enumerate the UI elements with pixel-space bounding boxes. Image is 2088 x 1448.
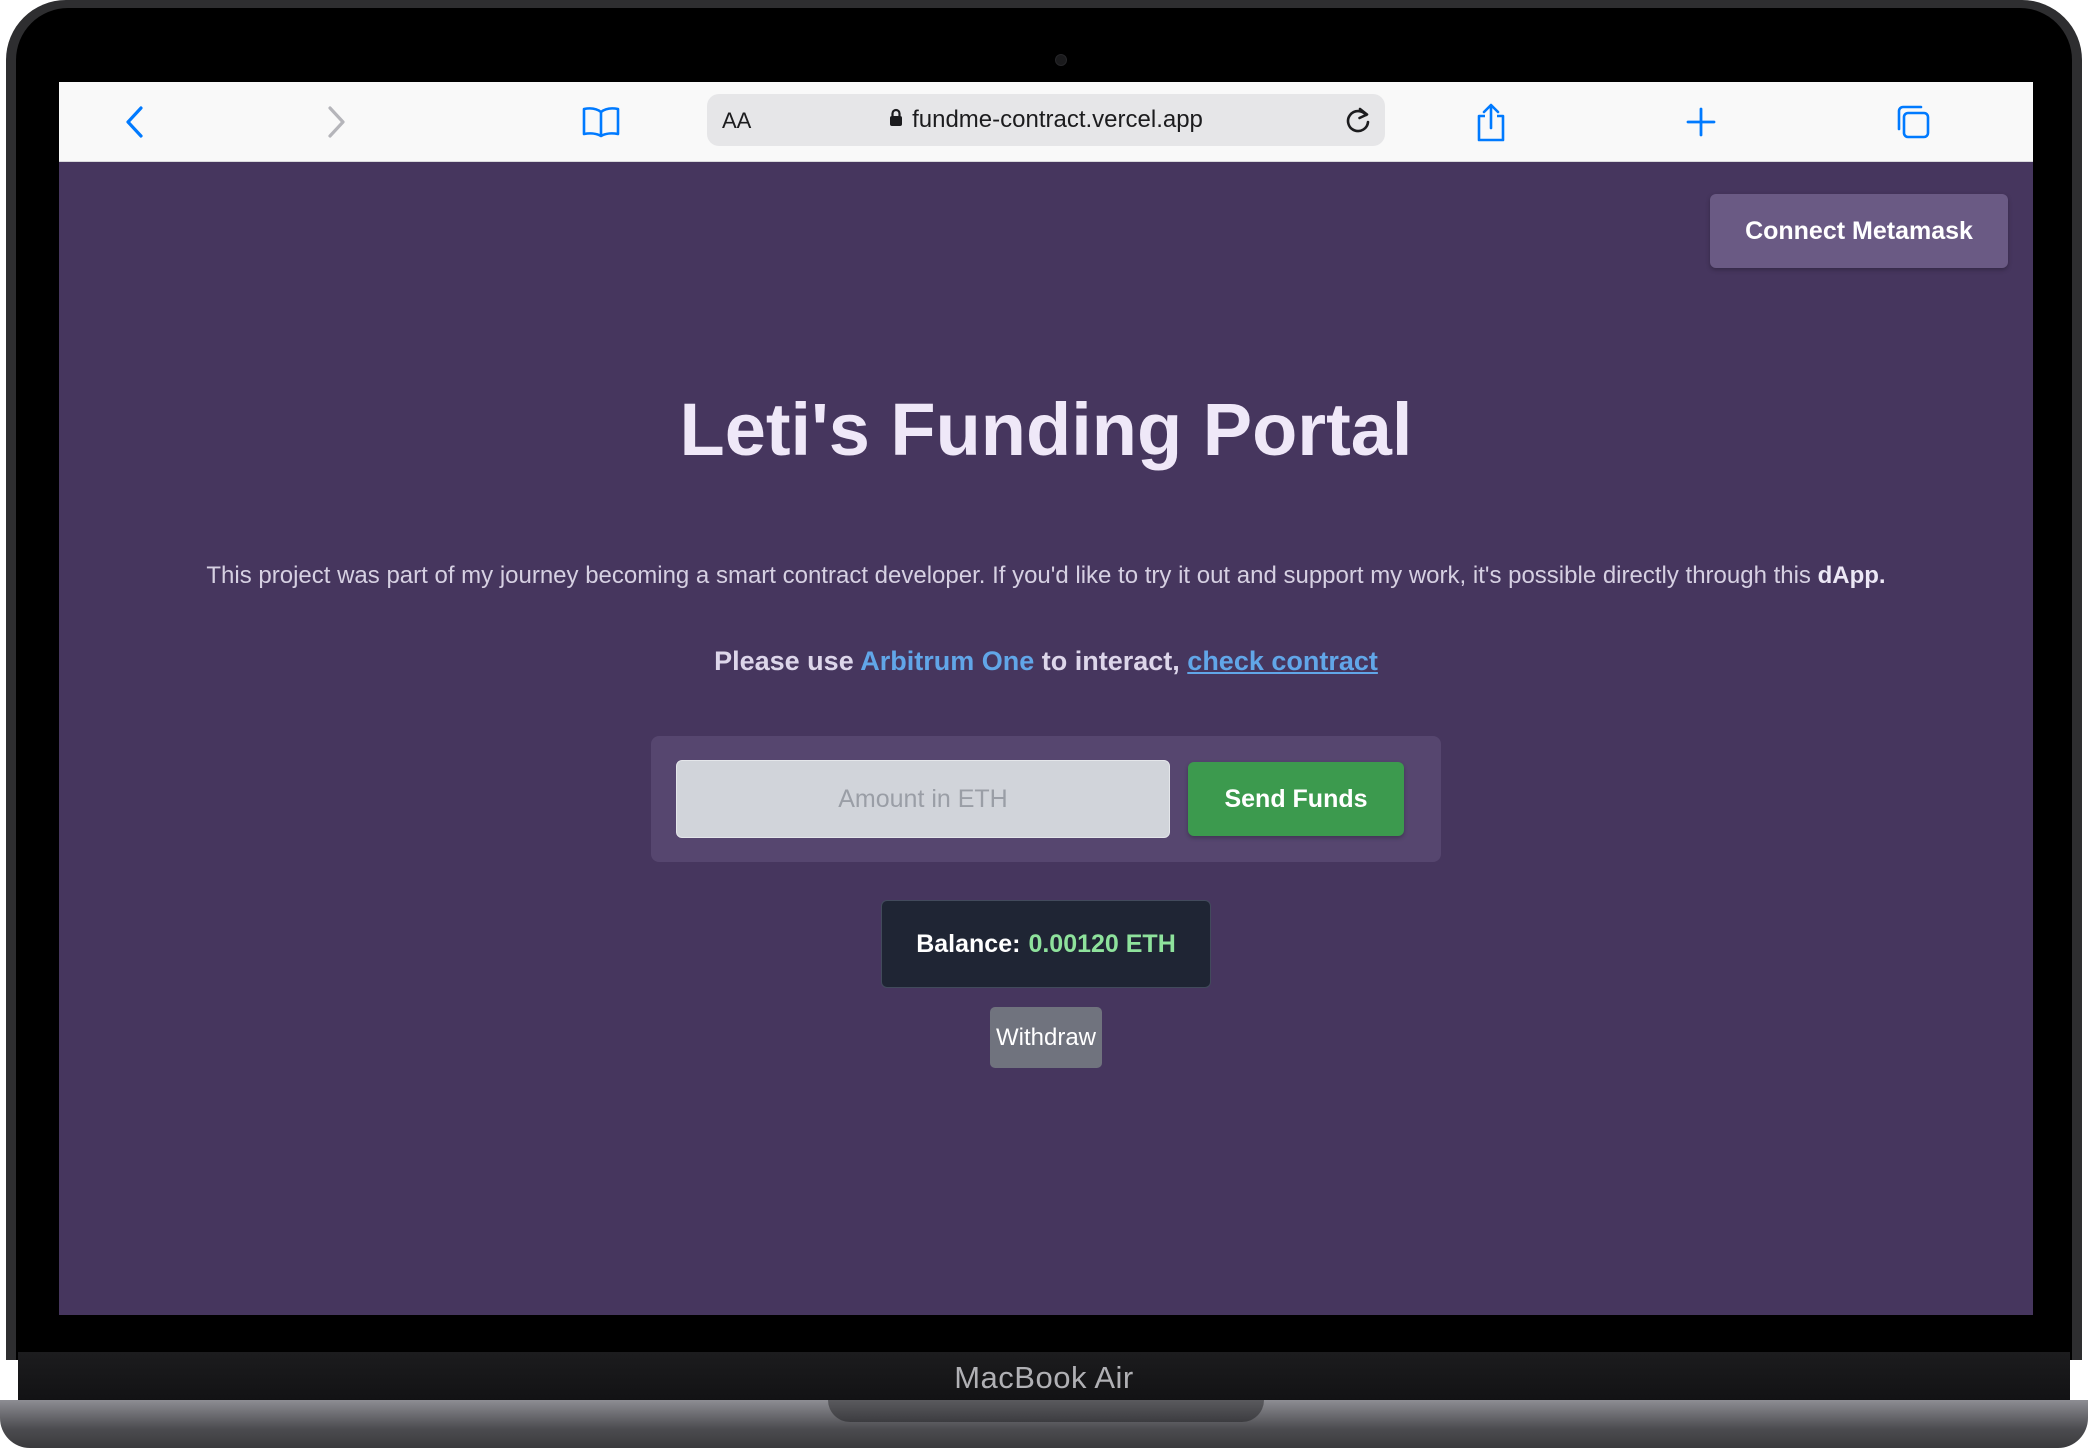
- check-contract-link[interactable]: check contract: [1187, 646, 1378, 676]
- description-emphasis: dApp.: [1817, 562, 1886, 589]
- laptop-notch: [828, 1400, 1264, 1422]
- balance-label: Balance:: [916, 929, 1021, 958]
- chevron-left-icon[interactable]: [113, 100, 157, 144]
- network-name: Arbitrum One: [860, 646, 1035, 676]
- withdraw-button[interactable]: Withdraw: [990, 1007, 1102, 1068]
- reload-icon[interactable]: [1341, 103, 1375, 137]
- page-title: Leti's Funding Portal: [679, 388, 1413, 471]
- network-middle: to interact,: [1041, 646, 1180, 676]
- send-funds-button[interactable]: Send Funds: [1188, 762, 1404, 836]
- fund-form: Send Funds: [651, 736, 1441, 862]
- balance-value: 0.00120 ETH: [1028, 929, 1176, 958]
- url-text: fundme-contract.vercel.app: [912, 106, 1203, 133]
- connect-metamask-button[interactable]: Connect Metamask: [1710, 194, 2008, 268]
- balance-display: Balance: 0.00120 ETH: [881, 900, 1211, 988]
- network-notice: Please use Arbitrum One to interact, che…: [59, 646, 2033, 677]
- browser-toolbar: AA fundme-contract.vercel.app: [59, 82, 2033, 162]
- book-icon[interactable]: [579, 100, 623, 144]
- share-icon[interactable]: [1469, 100, 1513, 144]
- address-bar[interactable]: AA fundme-contract.vercel.app: [707, 94, 1385, 146]
- project-description: This project was part of my journey beco…: [59, 562, 2033, 590]
- plus-icon[interactable]: [1679, 100, 1723, 144]
- description-text: This project was part of my journey beco…: [206, 562, 1811, 589]
- screen: AA fundme-contract.vercel.app Connect Me…: [59, 82, 2033, 1315]
- url-display: fundme-contract.vercel.app: [707, 94, 1385, 146]
- network-prefix: Please use: [714, 646, 854, 676]
- lock-icon: [889, 108, 903, 132]
- tabs-icon[interactable]: [1891, 100, 1935, 144]
- web-page: Connect Metamask Leti's Funding Portal T…: [59, 162, 2033, 1315]
- camera-icon: [1055, 54, 1067, 66]
- amount-input[interactable]: [676, 760, 1170, 838]
- macbook-frame: AA fundme-contract.vercel.app Connect Me…: [0, 0, 2088, 1448]
- device-brand-label: MacBook Air: [954, 1360, 1134, 1395]
- chevron-right-icon[interactable]: [314, 100, 358, 144]
